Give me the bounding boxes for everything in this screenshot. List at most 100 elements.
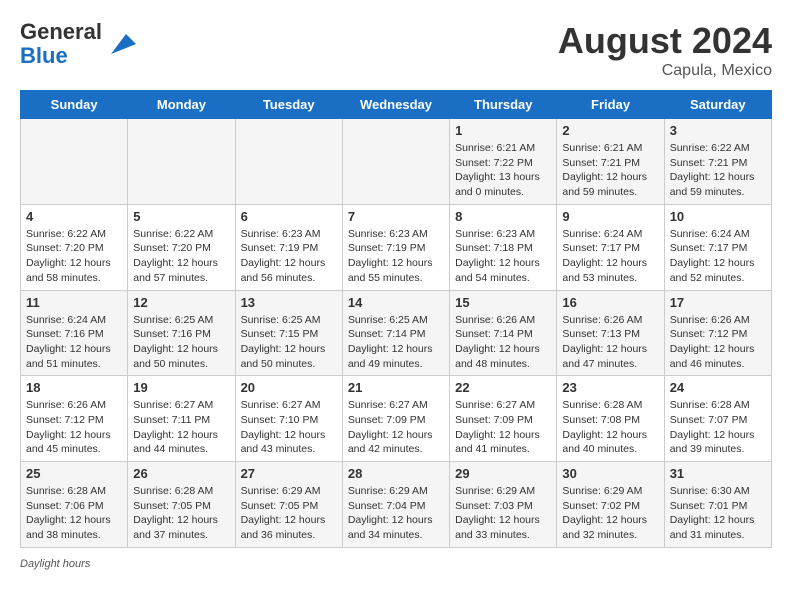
- day-number: 19: [133, 380, 229, 395]
- day-info: Sunrise: 6:29 AMSunset: 7:02 PMDaylight:…: [562, 484, 658, 543]
- day-number: 29: [455, 466, 551, 481]
- day-cell: 23Sunrise: 6:28 AMSunset: 7:08 PMDayligh…: [557, 376, 664, 462]
- day-number: 10: [670, 209, 766, 224]
- day-number: 25: [26, 466, 122, 481]
- day-info: Sunrise: 6:21 AMSunset: 7:22 PMDaylight:…: [455, 141, 551, 200]
- day-number: 13: [241, 295, 337, 310]
- day-info: Sunrise: 6:30 AMSunset: 7:01 PMDaylight:…: [670, 484, 766, 543]
- day-cell: [342, 119, 449, 205]
- day-cell: 1 Sunrise: 6:21 AMSunset: 7:22 PMDaylight…: [450, 119, 557, 205]
- day-cell: 13 Sunrise: 6:25 AMSunset: 7:15 PMDayligh…: [235, 290, 342, 376]
- day-cell: 26 Sunrise: 6:28 AMSunset: 7:05 PMDayligh…: [128, 462, 235, 548]
- day-number: 14: [348, 295, 444, 310]
- day-cell: 27 Sunrise: 6:29 AMSunset: 7:05 PMDayligh…: [235, 462, 342, 548]
- day-number: 31: [670, 466, 766, 481]
- day-info: Sunrise: 6:29 AMSunset: 7:03 PMDaylight:…: [455, 484, 551, 543]
- day-cell: 24Sunrise: 6:28 AMSunset: 7:07 PMDayligh…: [664, 376, 771, 462]
- day-number: 4: [26, 209, 122, 224]
- header-cell-wednesday: Wednesday: [342, 91, 449, 119]
- day-cell: 31 Sunrise: 6:30 AMSunset: 7:01 PMDayligh…: [664, 462, 771, 548]
- calendar-body: 1 Sunrise: 6:21 AMSunset: 7:22 PMDaylight…: [21, 119, 772, 548]
- day-info: Sunrise: 6:22 AMSunset: 7:21 PMDaylight:…: [670, 141, 766, 200]
- calendar-header: SundayMondayTuesdayWednesdayThursdayFrid…: [21, 91, 772, 119]
- day-info: Sunrise: 6:27 AMSunset: 7:09 PMDaylight:…: [348, 398, 444, 457]
- day-info: Sunrise: 6:26 AMSunset: 7:14 PMDaylight:…: [455, 313, 551, 372]
- day-cell: 14 Sunrise: 6:25 AMSunset: 7:14 PMDayligh…: [342, 290, 449, 376]
- day-cell: 2Sunrise: 6:21 AMSunset: 7:21 PMDaylight…: [557, 119, 664, 205]
- day-cell: 21 Sunrise: 6:27 AMSunset: 7:09 PMDayligh…: [342, 376, 449, 462]
- day-info: Sunrise: 6:25 AMSunset: 7:15 PMDaylight:…: [241, 313, 337, 372]
- day-cell: 10 Sunrise: 6:24 AMSunset: 7:17 PMDayligh…: [664, 204, 771, 290]
- day-number: 30: [562, 466, 658, 481]
- day-number: 24: [670, 380, 766, 395]
- day-info: Sunrise: 6:25 AMSunset: 7:16 PMDaylight:…: [133, 313, 229, 372]
- day-info: Sunrise: 6:29 AMSunset: 7:04 PMDaylight:…: [348, 484, 444, 543]
- day-cell: 22Sunrise: 6:27 AMSunset: 7:09 PMDayligh…: [450, 376, 557, 462]
- day-cell: 6 Sunrise: 6:23 AMSunset: 7:19 PMDaylight…: [235, 204, 342, 290]
- header-cell-saturday: Saturday: [664, 91, 771, 119]
- day-info: Sunrise: 6:23 AMSunset: 7:19 PMDaylight:…: [241, 227, 337, 286]
- day-cell: 17 Sunrise: 6:26 AMSunset: 7:12 PMDayligh…: [664, 290, 771, 376]
- day-info: Sunrise: 6:22 AMSunset: 7:20 PMDaylight:…: [26, 227, 122, 286]
- day-number: 12: [133, 295, 229, 310]
- day-info: Sunrise: 6:26 AMSunset: 7:13 PMDaylight:…: [562, 313, 658, 372]
- day-info: Sunrise: 6:29 AMSunset: 7:05 PMDaylight:…: [241, 484, 337, 543]
- location: Capula, Mexico: [558, 62, 772, 80]
- day-cell: 11 Sunrise: 6:24 AMSunset: 7:16 PMDayligh…: [21, 290, 128, 376]
- day-info: Sunrise: 6:27 AMSunset: 7:10 PMDaylight:…: [241, 398, 337, 457]
- day-cell: 15Sunrise: 6:26 AMSunset: 7:14 PMDayligh…: [450, 290, 557, 376]
- day-info: Sunrise: 6:24 AMSunset: 7:17 PMDaylight:…: [670, 227, 766, 286]
- day-info: Sunrise: 6:25 AMSunset: 7:14 PMDaylight:…: [348, 313, 444, 372]
- day-cell: 18Sunrise: 6:26 AMSunset: 7:12 PMDayligh…: [21, 376, 128, 462]
- day-number: 26: [133, 466, 229, 481]
- footer: Daylight hours: [20, 558, 772, 570]
- logo-text: General Blue: [20, 20, 102, 68]
- day-cell: 8 Sunrise: 6:23 AMSunset: 7:18 PMDaylight…: [450, 204, 557, 290]
- day-info: Sunrise: 6:24 AMSunset: 7:17 PMDaylight:…: [562, 227, 658, 286]
- day-number: 27: [241, 466, 337, 481]
- day-info: Sunrise: 6:24 AMSunset: 7:16 PMDaylight:…: [26, 313, 122, 372]
- day-cell: 30 Sunrise: 6:29 AMSunset: 7:02 PMDayligh…: [557, 462, 664, 548]
- day-number: 5: [133, 209, 229, 224]
- day-number: 11: [26, 295, 122, 310]
- header-cell-monday: Monday: [128, 91, 235, 119]
- day-cell: 28 Sunrise: 6:29 AMSunset: 7:04 PMDayligh…: [342, 462, 449, 548]
- day-cell: [235, 119, 342, 205]
- day-cell: 9Sunrise: 6:24 AMSunset: 7:17 PMDaylight…: [557, 204, 664, 290]
- header-cell-tuesday: Tuesday: [235, 91, 342, 119]
- day-info: Sunrise: 6:22 AMSunset: 7:20 PMDaylight:…: [133, 227, 229, 286]
- month-year: August 2024: [558, 20, 772, 62]
- day-number: 18: [26, 380, 122, 395]
- day-cell: 12 Sunrise: 6:25 AMSunset: 7:16 PMDayligh…: [128, 290, 235, 376]
- day-number: 6: [241, 209, 337, 224]
- day-number: 8: [455, 209, 551, 224]
- day-cell: 19Sunrise: 6:27 AMSunset: 7:11 PMDayligh…: [128, 376, 235, 462]
- day-info: Sunrise: 6:28 AMSunset: 7:06 PMDaylight:…: [26, 484, 122, 543]
- day-info: Sunrise: 6:28 AMSunset: 7:08 PMDaylight:…: [562, 398, 658, 457]
- header-cell-thursday: Thursday: [450, 91, 557, 119]
- day-number: 16: [562, 295, 658, 310]
- day-cell: 25 Sunrise: 6:28 AMSunset: 7:06 PMDayligh…: [21, 462, 128, 548]
- logo-blue: Blue: [20, 43, 68, 68]
- day-info: Sunrise: 6:28 AMSunset: 7:05 PMDaylight:…: [133, 484, 229, 543]
- day-cell: [21, 119, 128, 205]
- day-info: Sunrise: 6:27 AMSunset: 7:09 PMDaylight:…: [455, 398, 551, 457]
- day-number: 7: [348, 209, 444, 224]
- day-info: Sunrise: 6:26 AMSunset: 7:12 PMDaylight:…: [670, 313, 766, 372]
- week-row-1: 1 Sunrise: 6:21 AMSunset: 7:22 PMDaylight…: [21, 119, 772, 205]
- day-cell: 3 Sunrise: 6:22 AMSunset: 7:21 PMDaylight…: [664, 119, 771, 205]
- day-number: 3: [670, 123, 766, 138]
- day-cell: 16 Sunrise: 6:26 AMSunset: 7:13 PMDayligh…: [557, 290, 664, 376]
- logo-general: General: [20, 19, 102, 44]
- day-number: 1: [455, 123, 551, 138]
- day-number: 28: [348, 466, 444, 481]
- day-info: Sunrise: 6:21 AMSunset: 7:21 PMDaylight:…: [562, 141, 658, 200]
- header-cell-friday: Friday: [557, 91, 664, 119]
- day-cell: 20Sunrise: 6:27 AMSunset: 7:10 PMDayligh…: [235, 376, 342, 462]
- day-info: Sunrise: 6:23 AMSunset: 7:18 PMDaylight:…: [455, 227, 551, 286]
- header-cell-sunday: Sunday: [21, 91, 128, 119]
- day-number: 21: [348, 380, 444, 395]
- week-row-4: 18Sunrise: 6:26 AMSunset: 7:12 PMDayligh…: [21, 376, 772, 462]
- day-number: 17: [670, 295, 766, 310]
- page-header: General Blue August 2024 Capula, Mexico: [20, 20, 772, 80]
